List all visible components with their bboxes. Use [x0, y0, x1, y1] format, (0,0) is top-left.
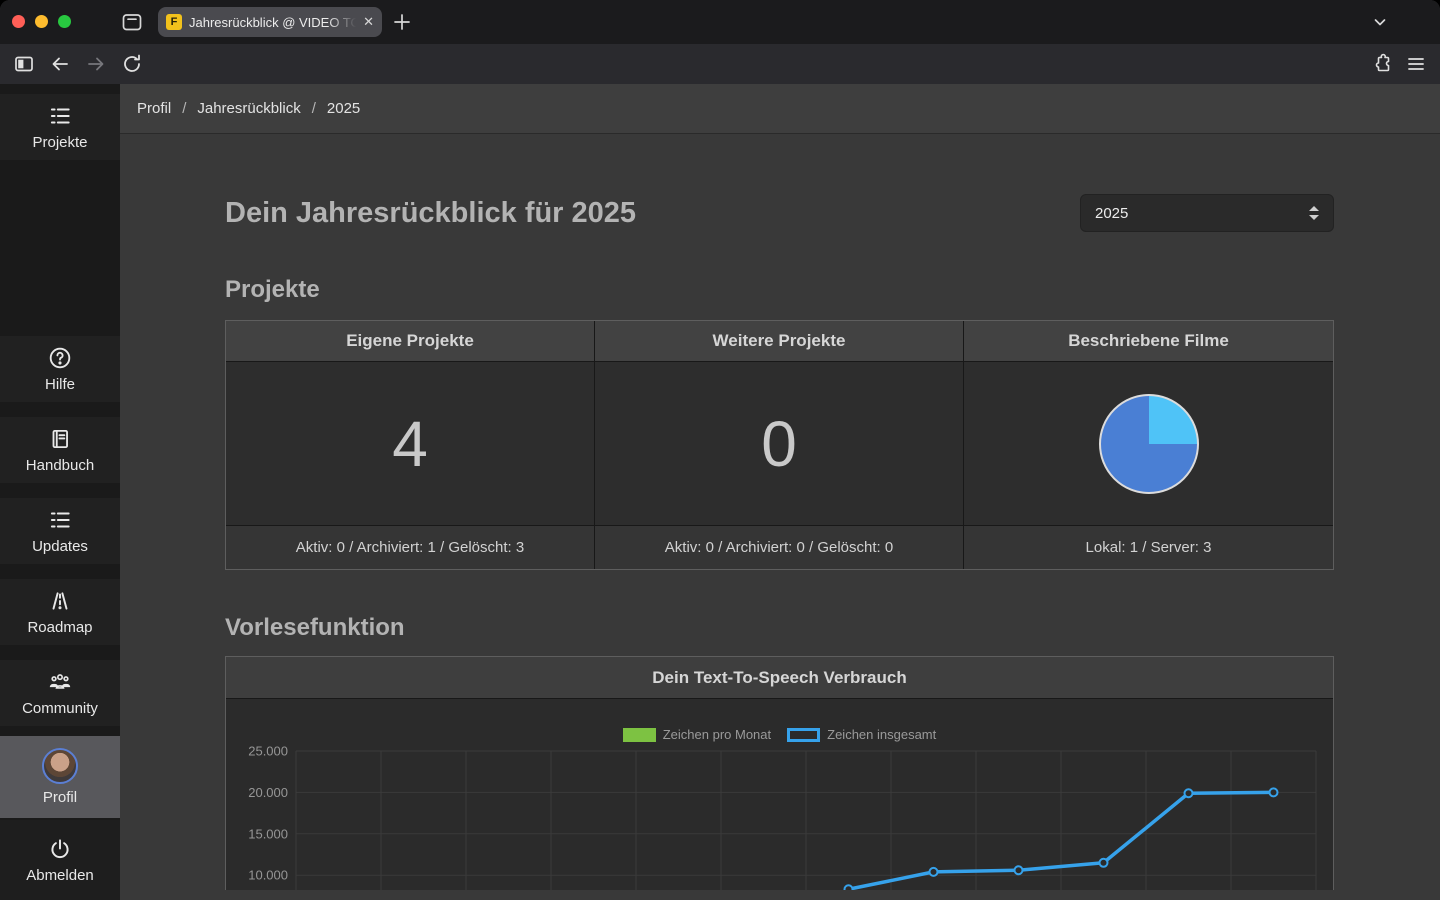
zoom-window-button[interactable] — [58, 15, 71, 28]
sidebar-item-label: Abmelden — [26, 867, 94, 884]
projects-heading: Projekte — [225, 276, 1334, 304]
own-projects-footer: Aktiv: 0 / Archiviert: 1 / Gelöscht: 3 — [226, 526, 595, 569]
power-icon — [47, 836, 73, 862]
tab-strip: F Jahresrückblick @ VIDEO TO VO ✕ — [0, 0, 1440, 44]
described-films-pie-chart — [1099, 394, 1199, 494]
reload-icon[interactable] — [120, 52, 144, 76]
breadcrumb: Profil / Jahresrückblick / 2025 — [120, 84, 1440, 134]
chart-legend: Zeichen pro Monat Zeichen insgesamt — [226, 727, 1333, 742]
breadcrumb-2025[interactable]: 2025 — [327, 100, 360, 117]
help-icon — [47, 345, 73, 371]
described-films-footer: Lokal: 1 / Server: 3 — [964, 526, 1333, 569]
legend-zeichen-pro-monat[interactable]: Zeichen pro Monat — [623, 727, 771, 742]
select-updown-icon — [1307, 205, 1321, 221]
breadcrumb-jahresrueckblick[interactable]: Jahresrückblick — [197, 100, 300, 117]
sidebar-item-handbuch[interactable]: Handbuch — [0, 417, 120, 483]
col-header-eigene-projekte: Eigene Projekte — [226, 321, 595, 362]
app-sidebar: Projekte Hilfe Handbuch U — [0, 84, 120, 900]
year-select[interactable]: 2025 — [1080, 194, 1334, 232]
sidebar-item-projekte[interactable]: Projekte — [0, 94, 120, 160]
breadcrumb-separator: / — [312, 100, 316, 117]
page-title: Dein Jahresrückblick für 2025 — [225, 197, 636, 230]
sidebar-item-label: Community — [22, 700, 98, 717]
sidebar-item-label: Hilfe — [45, 376, 75, 393]
svg-text:10.000: 10.000 — [248, 868, 288, 883]
sidebar-item-roadmap[interactable]: Roadmap — [0, 579, 120, 645]
legend-label: Zeichen insgesamt — [827, 727, 936, 742]
forward-icon[interactable] — [84, 52, 108, 76]
sidebar-item-hilfe[interactable]: Hilfe — [0, 336, 120, 402]
tab-title: Jahresrückblick @ VIDEO TO VO — [189, 15, 356, 30]
legend-zeichen-insgesamt[interactable]: Zeichen insgesamt — [787, 727, 936, 742]
menu-hamburger-icon[interactable] — [1404, 52, 1428, 76]
svg-text:25.000: 25.000 — [248, 744, 288, 759]
list-all-tabs-chevron-icon[interactable] — [1368, 10, 1392, 34]
own-projects-count: 4 — [226, 362, 595, 526]
col-header-weitere-projekte: Weitere Projekte — [595, 321, 964, 362]
sidebar-item-label: Updates — [32, 538, 88, 555]
other-projects-footer: Aktiv: 0 / Archiviert: 0 / Gelöscht: 0 — [595, 526, 964, 569]
browser-window: F Jahresrückblick @ VIDEO TO VO ✕ — [0, 0, 1440, 900]
tab-overview-icon[interactable] — [120, 10, 144, 34]
sidebar-item-profil[interactable]: Profil — [0, 736, 120, 818]
browser-tab[interactable]: F Jahresrückblick @ VIDEO TO VO ✕ — [158, 7, 382, 37]
col-header-beschriebene-filme: Beschriebene Filme — [964, 321, 1333, 362]
profile-avatar — [42, 748, 78, 784]
tts-chart-area: 25.000 20.000 15.000 10.000 Zeichen pro Mon… — [226, 699, 1333, 890]
sidebar-item-updates[interactable]: Updates — [0, 498, 120, 564]
tts-heading: Vorlesefunktion — [225, 614, 1334, 642]
tab-favicon: F — [166, 14, 182, 30]
breadcrumb-profil[interactable]: Profil — [137, 100, 171, 117]
tab-close-icon[interactable]: ✕ — [363, 14, 374, 30]
svg-text:15.000: 15.000 — [248, 826, 288, 841]
sidebar-item-label: Projekte — [32, 134, 87, 151]
legend-swatch-blue — [787, 728, 820, 742]
browser-toolbar: Anmelden — [0, 44, 1440, 84]
tts-chart-title: Dein Text-To-Speech Verbrauch — [226, 657, 1333, 699]
sidebar-toggle-icon[interactable] — [12, 52, 36, 76]
sidebar-item-label: Profil — [43, 789, 77, 806]
breadcrumb-separator: / — [182, 100, 186, 117]
svg-text:20.000: 20.000 — [248, 785, 288, 800]
sidebar-item-label: Handbuch — [26, 457, 94, 474]
road-icon — [47, 588, 73, 614]
legend-swatch-green — [623, 728, 656, 742]
close-window-button[interactable] — [12, 15, 25, 28]
sidebar-item-abmelden[interactable]: Abmelden — [0, 820, 120, 900]
projects-table: Eigene Projekte Weitere Projekte Beschri… — [225, 320, 1334, 570]
minimize-window-button[interactable] — [35, 15, 48, 28]
described-films-cell — [964, 362, 1333, 526]
main-content: Profil / Jahresrückblick / 2025 Dein Jah… — [120, 84, 1440, 900]
sidebar-item-community[interactable]: Community — [0, 660, 120, 726]
tts-chart-card: Dein Text-To-Speech Verbrauch 25.000 20.0… — [225, 656, 1334, 890]
new-tab-button[interactable] — [390, 10, 414, 34]
other-projects-count: 0 — [595, 362, 964, 526]
people-icon — [47, 669, 73, 695]
year-select-value: 2025 — [1095, 205, 1128, 222]
sidebar-item-label: Roadmap — [27, 619, 92, 636]
projects-list-icon — [47, 103, 73, 129]
back-icon[interactable] — [48, 52, 72, 76]
updates-list-icon — [47, 507, 73, 533]
legend-label: Zeichen pro Monat — [663, 727, 771, 742]
extensions-puzzle-icon[interactable] — [1370, 52, 1394, 76]
book-icon — [47, 426, 73, 452]
